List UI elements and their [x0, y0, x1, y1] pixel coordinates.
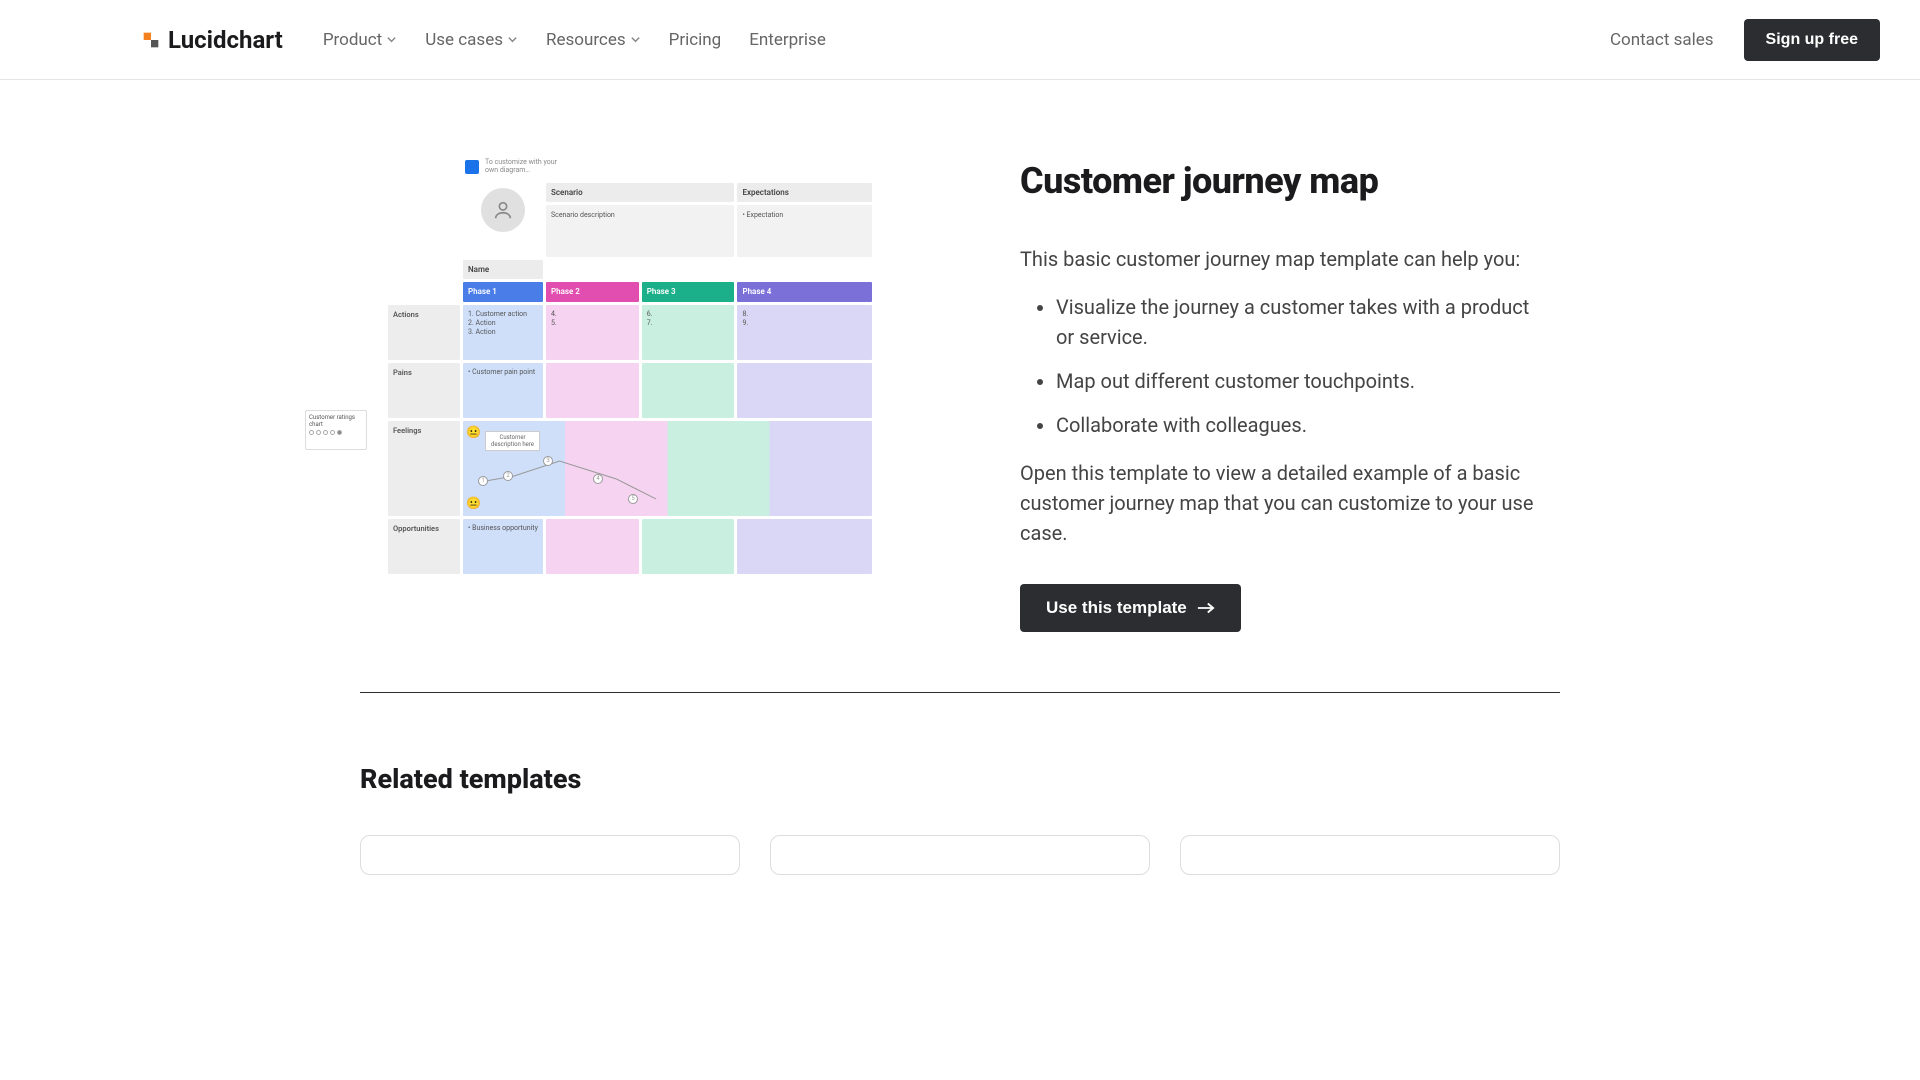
brand-name: Lucidchart — [168, 26, 283, 54]
phase-4-header: Phase 4 — [737, 282, 872, 302]
use-template-label: Use this template — [1046, 598, 1187, 618]
related-templates-heading: Related templates — [360, 763, 1560, 795]
phase-3-header: Phase 3 — [642, 282, 735, 302]
phase-1-header: Phase 1 — [463, 282, 543, 302]
nav-usecases-label: Use cases — [425, 30, 503, 50]
feature-item: Map out different customer touchpoints. — [1056, 366, 1540, 396]
nav-enterprise-label: Enterprise — [749, 30, 826, 50]
template-card[interactable] — [360, 835, 740, 875]
person-icon — [481, 188, 525, 232]
nav-enterprise[interactable]: Enterprise — [749, 30, 826, 50]
intro-paragraph: This basic customer journey map template… — [1020, 244, 1540, 274]
template-description: Customer journey map This basic customer… — [1020, 160, 1540, 632]
arrow-right-icon — [1197, 601, 1215, 615]
feature-item: Visualize the journey a customer takes w… — [1056, 292, 1540, 352]
expectations-box: • Expectation — [737, 205, 872, 257]
feature-item: Collaborate with colleagues. — [1056, 410, 1540, 440]
diagram-hint-marker — [465, 160, 479, 174]
nav-resources-label: Resources — [546, 30, 626, 50]
nav-pricing-label: Pricing — [669, 30, 722, 50]
expectations-header: Expectations — [737, 183, 872, 202]
template-card[interactable] — [770, 835, 1150, 875]
signup-button[interactable]: Sign up free — [1744, 19, 1880, 61]
main-content: To customize with your own diagram… Cust… — [280, 80, 1640, 692]
nav-pricing[interactable]: Pricing — [669, 30, 722, 50]
related-templates-section: Related templates — [280, 693, 1640, 875]
contact-sales-link[interactable]: Contact sales — [1610, 30, 1714, 50]
header-right: Contact sales Sign up free — [1610, 19, 1880, 61]
nav-product[interactable]: Product — [323, 30, 397, 50]
nav-resources[interactable]: Resources — [546, 30, 641, 50]
header-left: Lucidchart Product Use cases Resources — [140, 26, 826, 54]
nav-product-label: Product — [323, 30, 382, 50]
template-card[interactable] — [1180, 835, 1560, 875]
phase-2-header: Phase 2 — [546, 282, 639, 302]
row-label-opps: Opportunities — [388, 519, 460, 574]
sticky-card-label: Customer ratings chart — [309, 414, 363, 428]
page-title: Customer journey map — [1020, 160, 1540, 202]
scenario-box: Scenario description — [546, 205, 734, 257]
brand-logo[interactable]: Lucidchart — [140, 26, 283, 54]
chevron-down-icon — [386, 30, 397, 50]
feature-list: Visualize the journey a customer takes w… — [1020, 292, 1540, 440]
row-label-pains: Pains — [388, 363, 460, 418]
primary-nav: Product Use cases Resources Pricing — [323, 30, 826, 50]
nav-usecases[interactable]: Use cases — [425, 30, 518, 50]
name-header: Name — [463, 260, 543, 279]
use-template-button[interactable]: Use this template — [1020, 584, 1241, 632]
outro-paragraph: Open this template to view a detailed ex… — [1020, 458, 1540, 548]
diagram-hint-text: To customize with your own diagram… — [485, 158, 565, 174]
feelings-chart: 😐 😐 Customer description here 1 2 3 4 5 — [463, 421, 872, 516]
scenario-header: Scenario — [546, 183, 734, 202]
template-preview: To customize with your own diagram… Cust… — [365, 160, 895, 630]
chevron-down-icon — [507, 30, 518, 50]
row-label-feelings: Feelings — [388, 421, 460, 516]
sticky-card: Customer ratings chart — [305, 410, 367, 450]
lucidchart-logo-icon — [140, 29, 162, 51]
journey-map-diagram: Scenario Expectations Scenario descripti… — [385, 180, 875, 577]
related-template-cards — [360, 835, 1560, 875]
site-header: Lucidchart Product Use cases Resources — [0, 0, 1920, 80]
template-preview-column: To customize with your own diagram… Cust… — [360, 160, 900, 632]
row-label-actions: Actions — [388, 305, 460, 360]
chevron-down-icon — [630, 30, 641, 50]
